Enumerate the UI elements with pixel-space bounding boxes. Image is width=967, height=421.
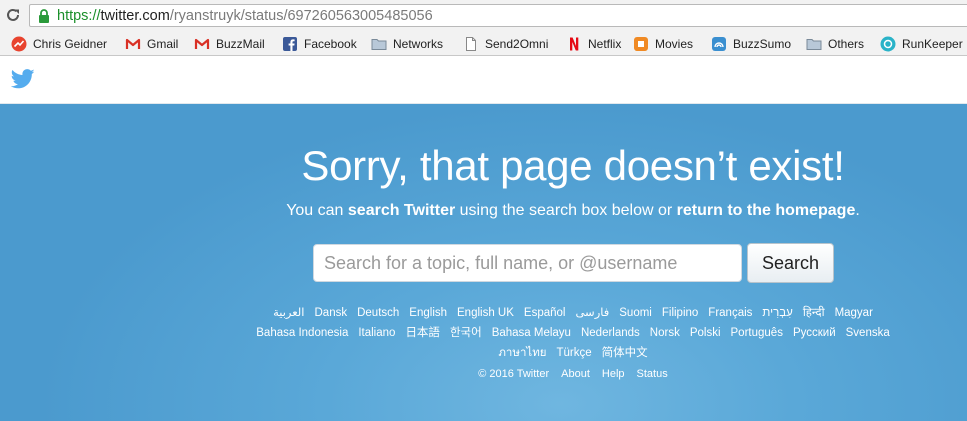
- twitter-top-bar: [0, 56, 967, 104]
- subtitle-middle: using the search box below or: [455, 202, 677, 219]
- language-link[interactable]: ภาษาไทย: [498, 347, 546, 359]
- bookmark-runkeeper[interactable]: RunKeeper: [880, 35, 963, 53]
- folder-icon: [371, 39, 387, 50]
- language-link[interactable]: Svenska: [846, 327, 890, 339]
- bookmarks-bar: Chris Geidner Gmail BuzzMail Facebook Ne…: [0, 31, 967, 56]
- language-link[interactable]: हिन्दी: [803, 307, 825, 319]
- page-title: Sorry, that page doesn’t exist!: [301, 142, 845, 189]
- subtitle-prefix: You can: [286, 202, 348, 219]
- reload-icon[interactable]: [5, 7, 21, 23]
- netflix-icon: [570, 37, 579, 51]
- chris-geidner-icon: [11, 36, 27, 52]
- bookmark-label: Networks: [393, 37, 444, 51]
- footer-links: © 2016 Twitter About Help Status: [240, 368, 906, 380]
- homepage-link[interactable]: return to the homepage: [677, 202, 856, 219]
- bookmark-label: Send2Omni: [485, 37, 549, 51]
- language-link[interactable]: فارسی: [575, 307, 609, 319]
- search-input[interactable]: [313, 244, 742, 282]
- language-link[interactable]: Français: [708, 307, 752, 319]
- language-link[interactable]: 한국어: [450, 327, 482, 339]
- bookmark-networks[interactable]: Networks: [371, 35, 443, 53]
- gmail-icon: [194, 38, 210, 49]
- language-link[interactable]: Italiano: [358, 327, 395, 339]
- language-list: العربية Dansk Deutsch English English UK Espa…: [240, 303, 906, 363]
- url-path: /ryanstruyk/status/697260563005485056: [169, 8, 433, 24]
- language-link[interactable]: Русский: [793, 327, 836, 339]
- url-text: https://twitter.com/ryanstruyk/status/69…: [57, 8, 433, 24]
- facebook-icon: [283, 37, 297, 51]
- language-row: Bahasa Indonesia Italiano 日本語 한국어 Bahasa Mel…: [240, 323, 906, 343]
- bookmark-buzzmail[interactable]: BuzzMail: [194, 35, 265, 53]
- language-link[interactable]: English: [409, 307, 447, 319]
- bookmark-buzzsumo[interactable]: BuzzSumo: [711, 35, 791, 53]
- page-icon: [466, 37, 476, 51]
- runkeeper-icon: [880, 36, 896, 52]
- language-link[interactable]: עִבְרִית: [762, 307, 792, 319]
- lock-icon: [39, 9, 49, 23]
- bookmark-label: BuzzSumo: [733, 37, 792, 51]
- bookmark-others[interactable]: Others: [806, 35, 864, 53]
- folder-icon: [806, 39, 822, 50]
- bookmark-gmail[interactable]: Gmail: [125, 35, 178, 53]
- footer-status-link[interactable]: Status: [637, 368, 668, 380]
- language-link[interactable]: Polski: [690, 327, 721, 339]
- url-host: twitter.com: [100, 8, 170, 24]
- browser-url-bar: https://twitter.com/ryanstruyk/status/69…: [0, 0, 967, 31]
- search-twitter-link[interactable]: search Twitter: [348, 202, 455, 219]
- language-link[interactable]: 简体中文: [602, 347, 648, 359]
- bookmark-movies[interactable]: Movies: [633, 35, 693, 53]
- language-link[interactable]: العربية: [273, 307, 304, 319]
- language-link[interactable]: Bahasa Indonesia: [256, 327, 348, 339]
- url-scheme: https://: [57, 8, 101, 24]
- language-link[interactable]: Bahasa Melayu: [492, 327, 571, 339]
- bookmark-label: Facebook: [304, 37, 357, 51]
- language-link[interactable]: Dansk: [315, 307, 348, 319]
- language-row: العربية Dansk Deutsch English English UK Espa…: [240, 303, 906, 323]
- bookmark-label: Chris Geidner: [33, 37, 108, 51]
- address-bar[interactable]: https://twitter.com/ryanstruyk/status/69…: [29, 4, 967, 27]
- language-link[interactable]: Türkçe: [557, 347, 592, 359]
- twitter-bird-icon[interactable]: [11, 69, 35, 89]
- language-link[interactable]: Suomi: [619, 307, 652, 319]
- search-button[interactable]: Search: [747, 243, 834, 283]
- bookmark-label: Gmail: [147, 37, 179, 51]
- error-subtitle: You can search Twitter using the search …: [0, 202, 967, 220]
- language-link[interactable]: Norsk: [650, 327, 680, 339]
- bookmark-send2omni[interactable]: Send2Omni: [463, 35, 548, 53]
- bookmark-label: Others: [828, 37, 865, 51]
- language-link[interactable]: English UK: [457, 307, 514, 319]
- bookmark-label: RunKeeper: [902, 37, 963, 51]
- bookmark-netflix[interactable]: Netflix: [566, 35, 621, 53]
- footer-about-link[interactable]: About: [561, 368, 590, 380]
- bookmark-label: Netflix: [588, 37, 622, 51]
- language-link[interactable]: Filipino: [662, 307, 698, 319]
- language-link[interactable]: Português: [731, 327, 783, 339]
- bookmark-chris-geidner[interactable]: Chris Geidner: [11, 35, 107, 53]
- footer-help-link[interactable]: Help: [602, 368, 625, 380]
- gmail-icon: [125, 38, 141, 49]
- language-link[interactable]: Deutsch: [357, 307, 399, 319]
- bookmark-facebook[interactable]: Facebook: [282, 35, 357, 53]
- language-row: ภาษาไทย Türkçe 简体中文: [240, 343, 906, 363]
- language-link[interactable]: Español: [524, 307, 566, 319]
- language-link[interactable]: Magyar: [835, 307, 873, 319]
- subtitle-suffix: .: [855, 202, 860, 219]
- bookmark-label: BuzzMail: [216, 37, 265, 51]
- bookmark-label: Movies: [655, 37, 694, 51]
- error-main: Sorry, that page doesn’t exist! You can …: [0, 104, 967, 421]
- buzzsumo-icon: [712, 37, 726, 51]
- language-link[interactable]: Nederlands: [581, 327, 640, 339]
- copyright-text: © 2016 Twitter: [478, 368, 550, 380]
- movies-icon: [634, 37, 648, 51]
- language-link[interactable]: 日本語: [405, 327, 440, 339]
